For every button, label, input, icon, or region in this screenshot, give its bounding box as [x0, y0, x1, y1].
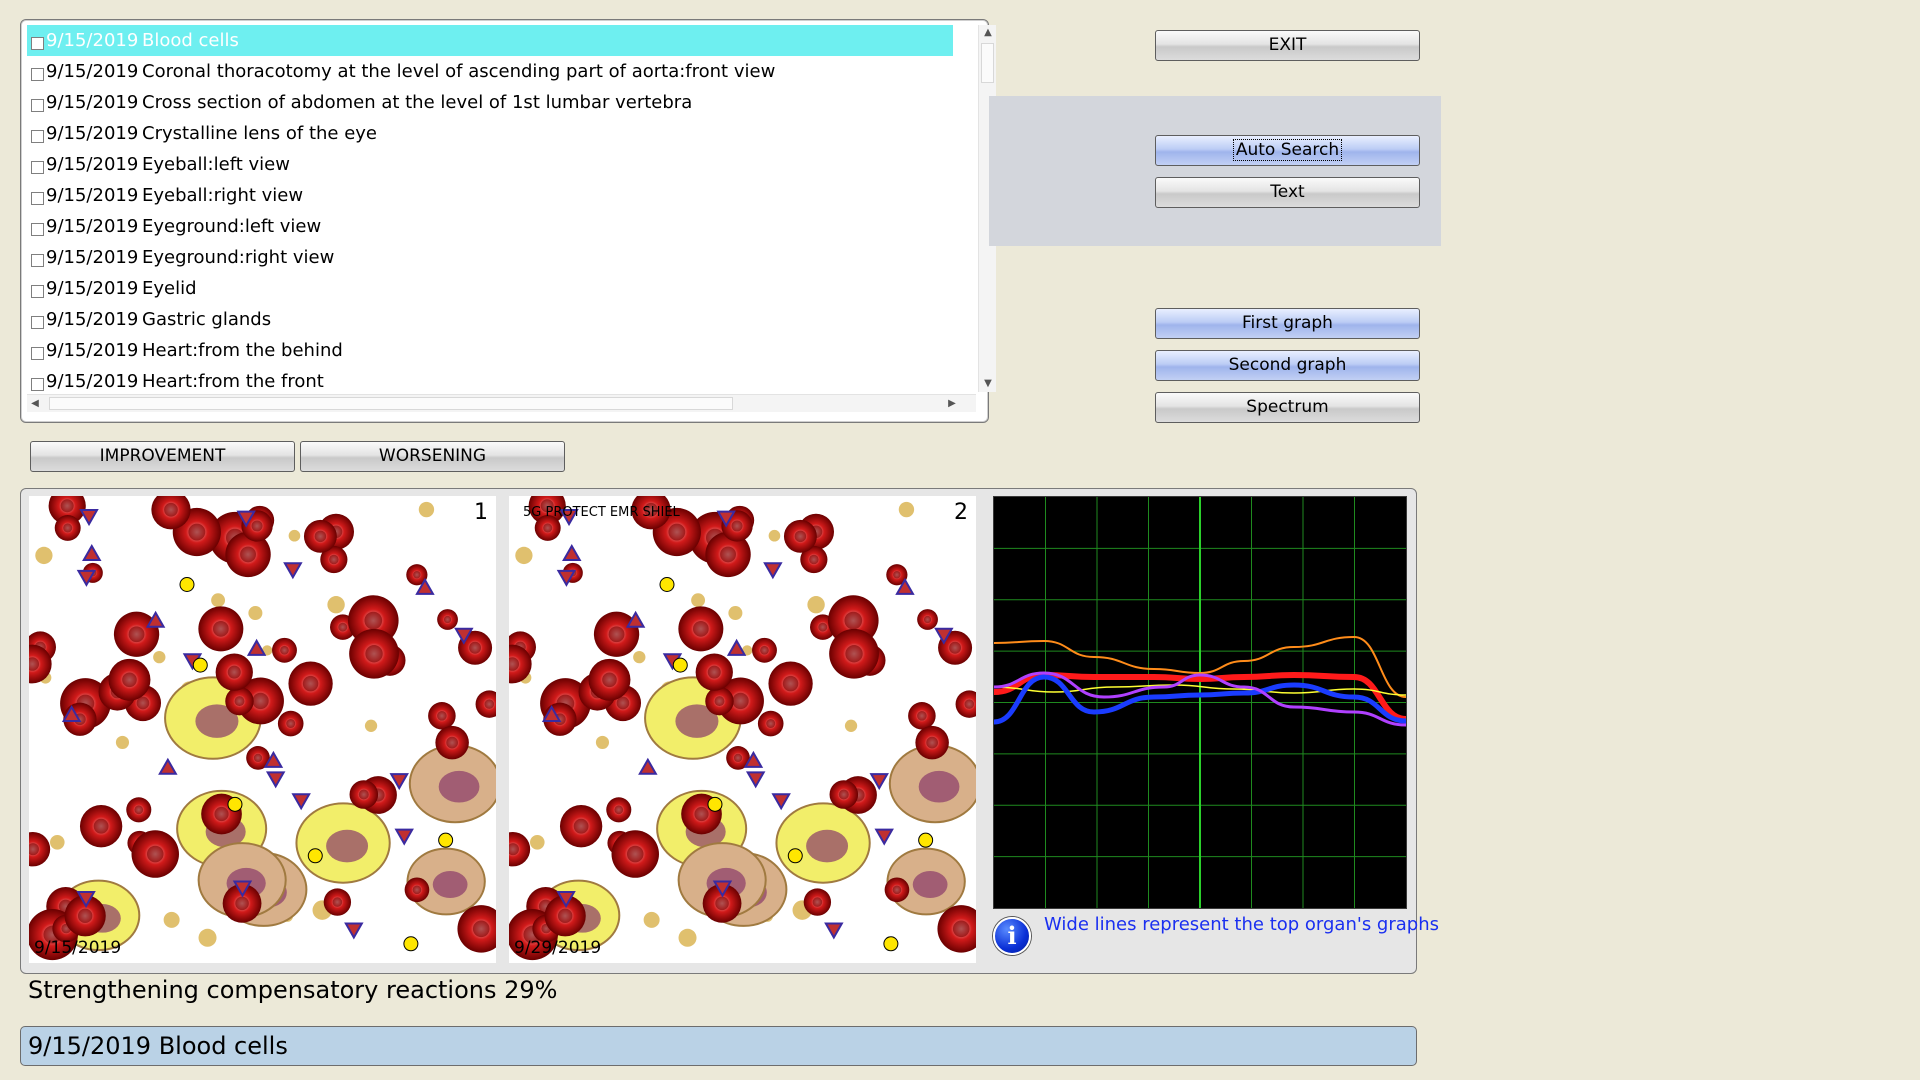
improvement-button[interactable]: IMPROVEMENT: [30, 441, 295, 472]
graph-plot: [993, 497, 1407, 908]
list-item[interactable]: 9/15/2019 Eyelid: [27, 273, 953, 304]
checkbox[interactable]: [31, 99, 44, 112]
checkbox[interactable]: [31, 254, 44, 267]
list-item-date: 9/15/2019: [46, 371, 139, 392]
organ-list[interactable]: 9/15/2019 Blood cells 9/15/2019 Coronal th…: [20, 19, 996, 423]
checkbox[interactable]: [31, 223, 44, 236]
list-item-name: Gastric glands: [142, 309, 272, 330]
spectrum-button[interactable]: Spectrum: [1155, 392, 1420, 423]
list-item-date: 9/15/2019: [46, 278, 139, 299]
list-item[interactable]: 9/15/2019 Gastric glands: [27, 304, 953, 335]
list-item-date: 9/15/2019: [46, 309, 139, 330]
list-item-name: Eyeground:left view: [142, 216, 322, 237]
cell-illustration: [509, 496, 976, 961]
list-item-name: Heart:from the behind: [142, 340, 343, 361]
panel-number: 1: [474, 500, 488, 525]
scroll-up-icon[interactable]: ▲: [979, 25, 997, 41]
list-item[interactable]: 9/15/2019 Eyeground:right view: [27, 242, 953, 273]
blood-cells-image-2[interactable]: 5G PROTECT EMR SHIEL 2 9/29/2019: [509, 496, 976, 963]
list-item[interactable]: 9/15/2019 Blood cells: [27, 25, 953, 56]
list-item-name: Cross section of abdomen at the level of…: [142, 92, 693, 113]
list-item-date: 9/15/2019: [46, 185, 139, 206]
checkbox[interactable]: [31, 192, 44, 205]
scroll-down-icon[interactable]: ▼: [979, 376, 997, 392]
list-item-date: 9/15/2019: [46, 30, 139, 51]
list-item-name: Eyelid: [142, 278, 197, 299]
checkbox[interactable]: [31, 130, 44, 143]
list-item-date: 9/15/2019: [46, 92, 139, 113]
text-button[interactable]: Text: [1155, 177, 1420, 208]
panel-date: 9/29/2019: [514, 938, 602, 958]
organ-list-rows: 9/15/2019 Blood cells 9/15/2019 Coronal th…: [27, 25, 976, 411]
list-item-name: Eyeground:right view: [142, 247, 335, 268]
list-item-date: 9/15/2019: [46, 247, 139, 268]
result-text: Strengthening compensatory reactions 29%: [28, 976, 558, 1004]
blood-cells-image-1[interactable]: 1 9/15/2019: [29, 496, 496, 963]
list-item-name: Crystalline lens of the eye: [142, 123, 378, 144]
list-item-name: Coronal thoracotomy at the level of asce…: [142, 61, 776, 82]
worsening-button[interactable]: WORSENING: [300, 441, 565, 472]
list-item-date: 9/15/2019: [46, 61, 139, 82]
search-panel-background: [989, 96, 1441, 246]
checkbox[interactable]: [31, 378, 44, 391]
list-item-name: Blood cells: [142, 30, 239, 51]
list-item[interactable]: 9/15/2019 Heart:from the front: [27, 366, 953, 397]
scroll-thumb[interactable]: [981, 43, 994, 83]
organ-graph: [993, 496, 1407, 909]
first-graph-button[interactable]: First graph: [1155, 308, 1420, 339]
scroll-right-icon[interactable]: ▶: [944, 395, 960, 413]
list-item[interactable]: 9/15/2019 Crystalline lens of the eye: [27, 118, 953, 149]
panel-number: 2: [954, 500, 968, 525]
status-bar: 9/15/2019 Blood cells: [20, 1026, 1417, 1066]
scroll-thumb[interactable]: [49, 397, 733, 410]
scroll-left-icon[interactable]: ◀: [27, 395, 43, 413]
exit-button[interactable]: EXIT: [1155, 30, 1420, 61]
panel-date: 9/15/2019: [34, 938, 122, 958]
checkbox[interactable]: [31, 347, 44, 360]
checkbox[interactable]: [31, 285, 44, 298]
list-item-date: 9/15/2019: [46, 216, 139, 237]
list-item[interactable]: 9/15/2019 Cross section of abdomen at the…: [27, 87, 953, 118]
info-icon: i: [993, 917, 1031, 955]
list-item[interactable]: 9/15/2019 Eyeball:right view: [27, 180, 953, 211]
auto-search-label: Auto Search: [1232, 139, 1343, 161]
auto-search-button[interactable]: Auto Search: [1155, 135, 1420, 166]
second-graph-button[interactable]: Second graph: [1155, 350, 1420, 381]
list-item-date: 9/15/2019: [46, 123, 139, 144]
list-item-name: Eyeball:left view: [142, 154, 290, 175]
list-item[interactable]: 9/15/2019 Coronal thoracotomy at the leve…: [27, 56, 953, 87]
list-item-name: Heart:from the front: [142, 371, 324, 392]
checkbox[interactable]: [31, 316, 44, 329]
checkbox[interactable]: [31, 161, 44, 174]
list-item[interactable]: 9/15/2019 Eyeground:left view: [27, 211, 953, 242]
list-item[interactable]: 9/15/2019 Eyeball:left view: [27, 149, 953, 180]
list-item-date: 9/15/2019: [46, 340, 139, 361]
checkbox[interactable]: [31, 68, 44, 81]
list-item-date: 9/15/2019: [46, 154, 139, 175]
graph-info-text: Wide lines represent the top organ's gra…: [1044, 914, 1439, 935]
cell-illustration: [29, 496, 496, 961]
list-item-name: Eyeball:right view: [142, 185, 304, 206]
horizontal-scrollbar[interactable]: ◀ ▶: [27, 394, 976, 412]
list-item[interactable]: 9/15/2019 Heart:from the behind: [27, 335, 953, 366]
checkbox[interactable]: [31, 37, 44, 50]
panel-watermark: 5G PROTECT EMR SHIEL: [523, 505, 680, 520]
